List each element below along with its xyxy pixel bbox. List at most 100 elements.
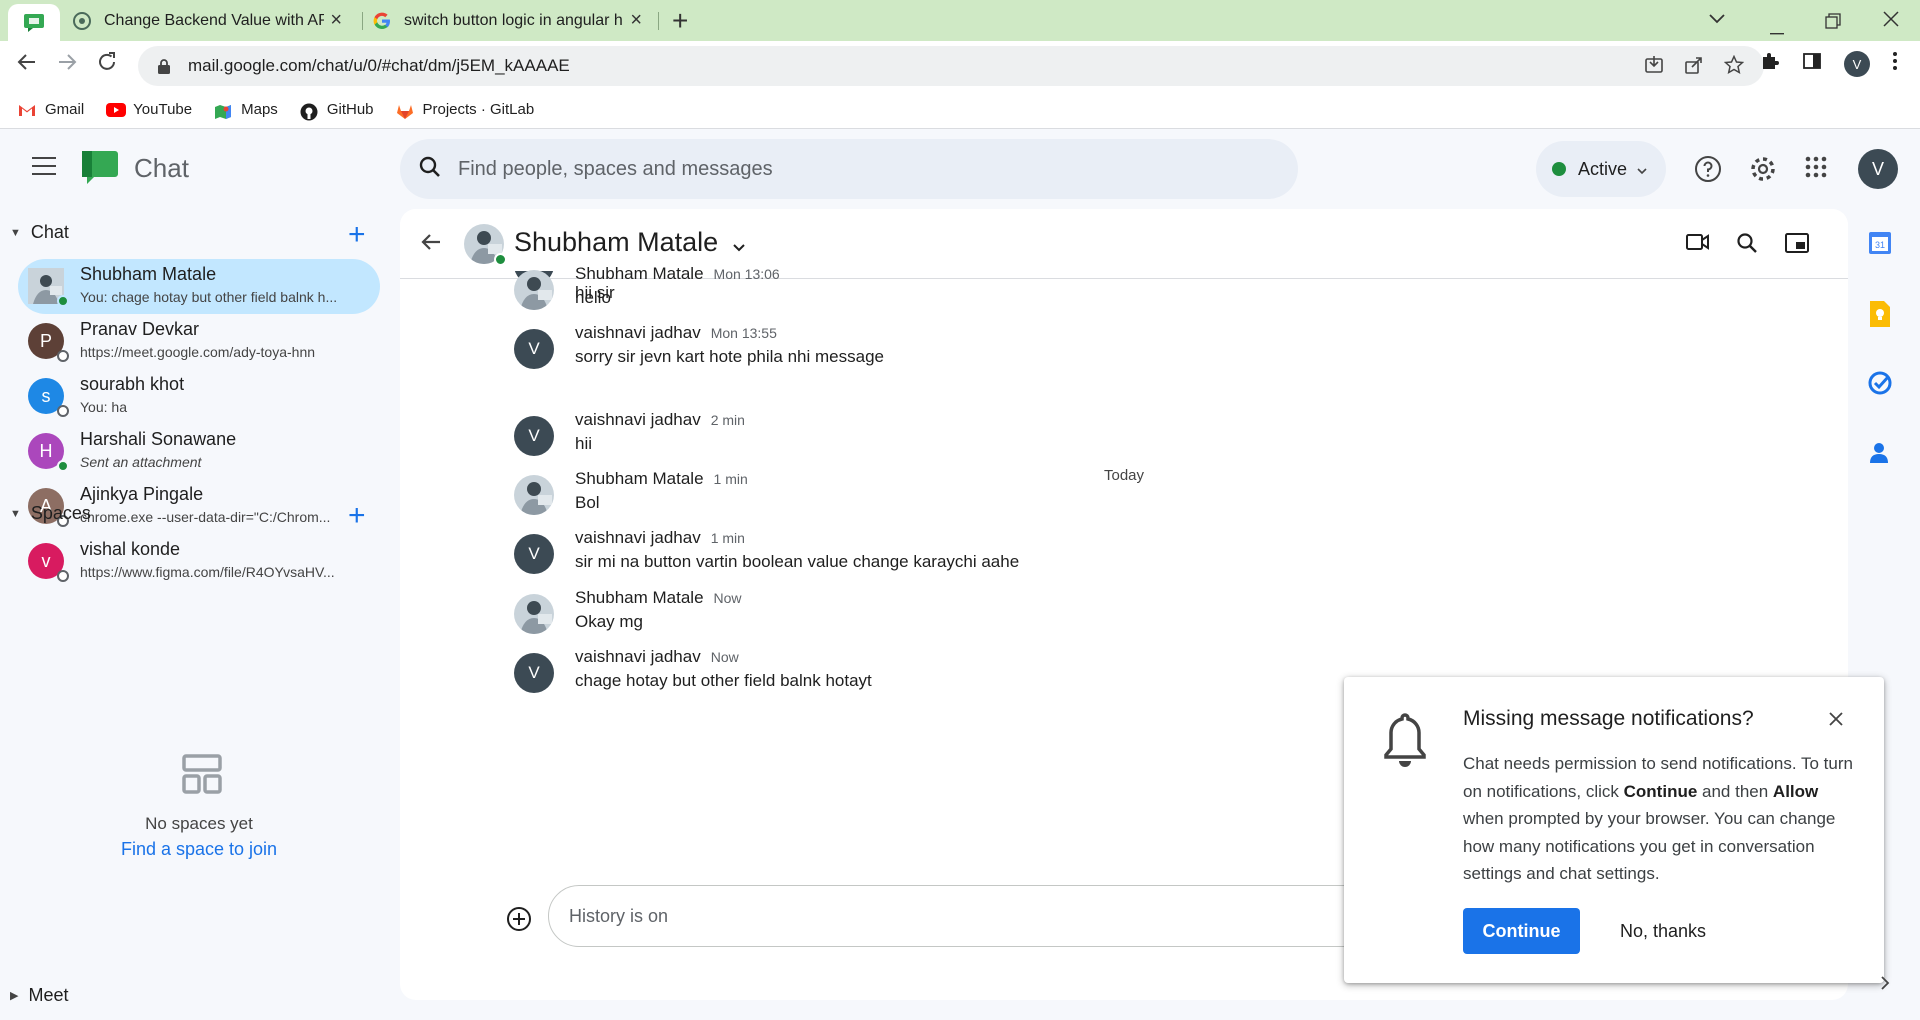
account-avatar[interactable]: V bbox=[1858, 149, 1898, 189]
close-window-icon[interactable] bbox=[1882, 10, 1900, 34]
bookmark-gmail[interactable]: Gmail bbox=[18, 101, 84, 118]
calendar-icon[interactable]: 31 bbox=[1868, 231, 1894, 257]
sender-name[interactable]: Shubham Matale bbox=[575, 588, 704, 607]
contacts-icon[interactable] bbox=[1868, 441, 1894, 467]
continue-button[interactable]: Continue bbox=[1463, 908, 1580, 954]
new-space-plus-icon[interactable]: + bbox=[348, 501, 366, 531]
status-dropdown[interactable]: Active bbox=[1536, 141, 1666, 197]
dm-item[interactable]: v vishal konde https://www.figma.com/file/… bbox=[18, 534, 380, 589]
minimize-icon[interactable] bbox=[1770, 18, 1784, 41]
sender-name[interactable]: vaishnavi jadhav bbox=[575, 323, 701, 342]
tab-search-chevron-icon[interactable] bbox=[1708, 8, 1726, 31]
dm-name: Shubham Matale bbox=[80, 264, 217, 284]
search-icon[interactable] bbox=[418, 155, 442, 184]
sender-name[interactable]: vaishnavi jadhav bbox=[575, 647, 701, 666]
dm-name: Pranav Devkar bbox=[80, 319, 200, 339]
profile-avatar[interactable]: V bbox=[1844, 51, 1870, 77]
bookmark-youtube[interactable]: YouTube bbox=[106, 101, 192, 118]
back-icon[interactable] bbox=[12, 51, 42, 80]
spaces-section-header[interactable]: ▼ Spaces bbox=[10, 503, 91, 524]
no-thanks-button[interactable]: No, thanks bbox=[1602, 908, 1724, 954]
restore-icon[interactable] bbox=[1825, 12, 1841, 35]
expand-panel-chevron-icon[interactable] bbox=[1880, 975, 1890, 996]
google-chat-favicon-icon bbox=[24, 13, 44, 33]
tab-google-chat[interactable] bbox=[8, 4, 60, 41]
sender-name[interactable]: Shubham Matale bbox=[575, 264, 704, 283]
sender-avatar[interactable]: V bbox=[514, 416, 554, 456]
dm-item[interactable]: Shubham Matale You: chage hotay but other… bbox=[18, 259, 380, 314]
new-chat-plus-icon[interactable]: + bbox=[348, 220, 366, 250]
url-text: mail.google.com/chat/u/0/#chat/dm/j5EM_k… bbox=[188, 56, 570, 75]
help-icon[interactable] bbox=[1694, 155, 1722, 183]
sender-name[interactable]: vaishnavi jadhav bbox=[575, 410, 701, 429]
video-call-icon[interactable] bbox=[1686, 232, 1710, 257]
dm-item[interactable]: P Pranav Devkar https://meet.google.com/ad… bbox=[18, 314, 380, 369]
meet-section-header[interactable]: ▶ Meet bbox=[10, 985, 69, 1006]
dm-item[interactable]: H Harshali Sonawane Sent an attachment bbox=[18, 424, 380, 479]
chat-section-header[interactable]: ▼ Chat bbox=[10, 222, 69, 243]
forward-icon[interactable] bbox=[52, 51, 82, 80]
sender-avatar[interactable]: V bbox=[514, 329, 554, 369]
sender-name[interactable]: vaishnavi jadhav bbox=[575, 528, 701, 547]
notification-permission-dialog: Missing message notifications? Chat need… bbox=[1344, 677, 1884, 983]
tab-separator bbox=[658, 12, 659, 30]
dm-name: sourabh khot bbox=[80, 374, 185, 394]
bookmark-maps[interactable]: Maps bbox=[214, 101, 278, 119]
chat-search-bar[interactable]: Find people, spaces and messages bbox=[400, 139, 1298, 199]
bookmark-gitlab[interactable]: Projects · GitLab bbox=[396, 101, 535, 119]
tab-close-icon[interactable]: × bbox=[330, 9, 342, 32]
sender-avatar[interactable]: V bbox=[514, 653, 554, 693]
message-timestamp: Now bbox=[710, 649, 739, 665]
body-bold-continue: Continue bbox=[1623, 781, 1698, 801]
reload-icon[interactable] bbox=[92, 51, 122, 80]
caret-down-icon: ▼ bbox=[10, 507, 21, 520]
tab-close-icon[interactable]: × bbox=[630, 9, 642, 32]
google-chat-logo-icon[interactable] bbox=[82, 151, 118, 185]
google-apps-icon[interactable] bbox=[1804, 155, 1832, 183]
close-icon[interactable] bbox=[1828, 707, 1844, 733]
main-menu-icon[interactable] bbox=[32, 157, 56, 175]
message-text: Okay mg bbox=[575, 612, 644, 631]
bookmark-label: Projects · GitLab bbox=[422, 101, 535, 118]
sender-avatar[interactable] bbox=[514, 594, 554, 634]
tab-change-backend[interactable]: Change Backend Value with API × bbox=[72, 0, 352, 41]
chevron-down-icon bbox=[1637, 159, 1647, 180]
conversation-title[interactable]: Shubham Matale bbox=[514, 227, 746, 259]
body-text: and then bbox=[1697, 781, 1773, 801]
github-icon bbox=[300, 103, 318, 120]
bookmark-github[interactable]: GitHub bbox=[300, 101, 374, 120]
presence-online-dot bbox=[57, 460, 69, 472]
chrome-menu-icon[interactable] bbox=[1892, 51, 1898, 77]
dm-snippet: chrome.exe --user-data-dir="C:/Chrom... bbox=[80, 509, 331, 525]
lock-icon[interactable] bbox=[158, 59, 170, 74]
address-bar[interactable]: mail.google.com/chat/u/0/#chat/dm/j5EM_k… bbox=[138, 46, 1764, 86]
side-panel-icon[interactable] bbox=[1802, 51, 1822, 77]
dm-item[interactable]: s sourabh khot You: ha bbox=[18, 369, 380, 424]
presence-away-dot bbox=[57, 405, 69, 417]
back-arrow-icon[interactable] bbox=[420, 231, 442, 260]
message-header: vaishnavi jadhav 1 min bbox=[575, 528, 745, 548]
sender-avatar[interactable] bbox=[514, 270, 554, 310]
keep-icon[interactable] bbox=[1868, 301, 1894, 327]
tab-switch-button-search[interactable]: switch button logic in angular ho × bbox=[372, 0, 652, 41]
status-label: Active bbox=[1578, 158, 1628, 179]
extensions-puzzle-icon[interactable] bbox=[1760, 51, 1780, 77]
bookmark-star-icon[interactable] bbox=[1723, 54, 1745, 80]
open-in-popup-icon[interactable] bbox=[1785, 233, 1809, 258]
find-space-link[interactable]: Find a space to join bbox=[0, 839, 398, 860]
section-title: Meet bbox=[28, 985, 69, 1005]
dm-snippet: You: chage hotay but other field balnk h… bbox=[80, 289, 338, 305]
tasks-icon[interactable] bbox=[1868, 371, 1894, 397]
search-in-conversation-icon[interactable] bbox=[1736, 232, 1758, 259]
share-icon[interactable] bbox=[1684, 55, 1704, 80]
message-text: hii bbox=[575, 434, 593, 453]
online-indicator bbox=[494, 253, 507, 266]
add-attachment-icon[interactable] bbox=[506, 906, 532, 932]
install-app-icon[interactable] bbox=[1644, 55, 1664, 80]
settings-gear-icon[interactable] bbox=[1749, 155, 1777, 183]
message-header: Shubham Matale Now bbox=[575, 588, 742, 608]
sender-avatar[interactable]: V bbox=[514, 534, 554, 574]
new-tab-button[interactable]: + bbox=[672, 7, 688, 35]
status-online-dot bbox=[1552, 162, 1566, 176]
chat-sidebar: ▼ Chat + Shubham Matale You: chage hotay … bbox=[0, 209, 398, 1020]
